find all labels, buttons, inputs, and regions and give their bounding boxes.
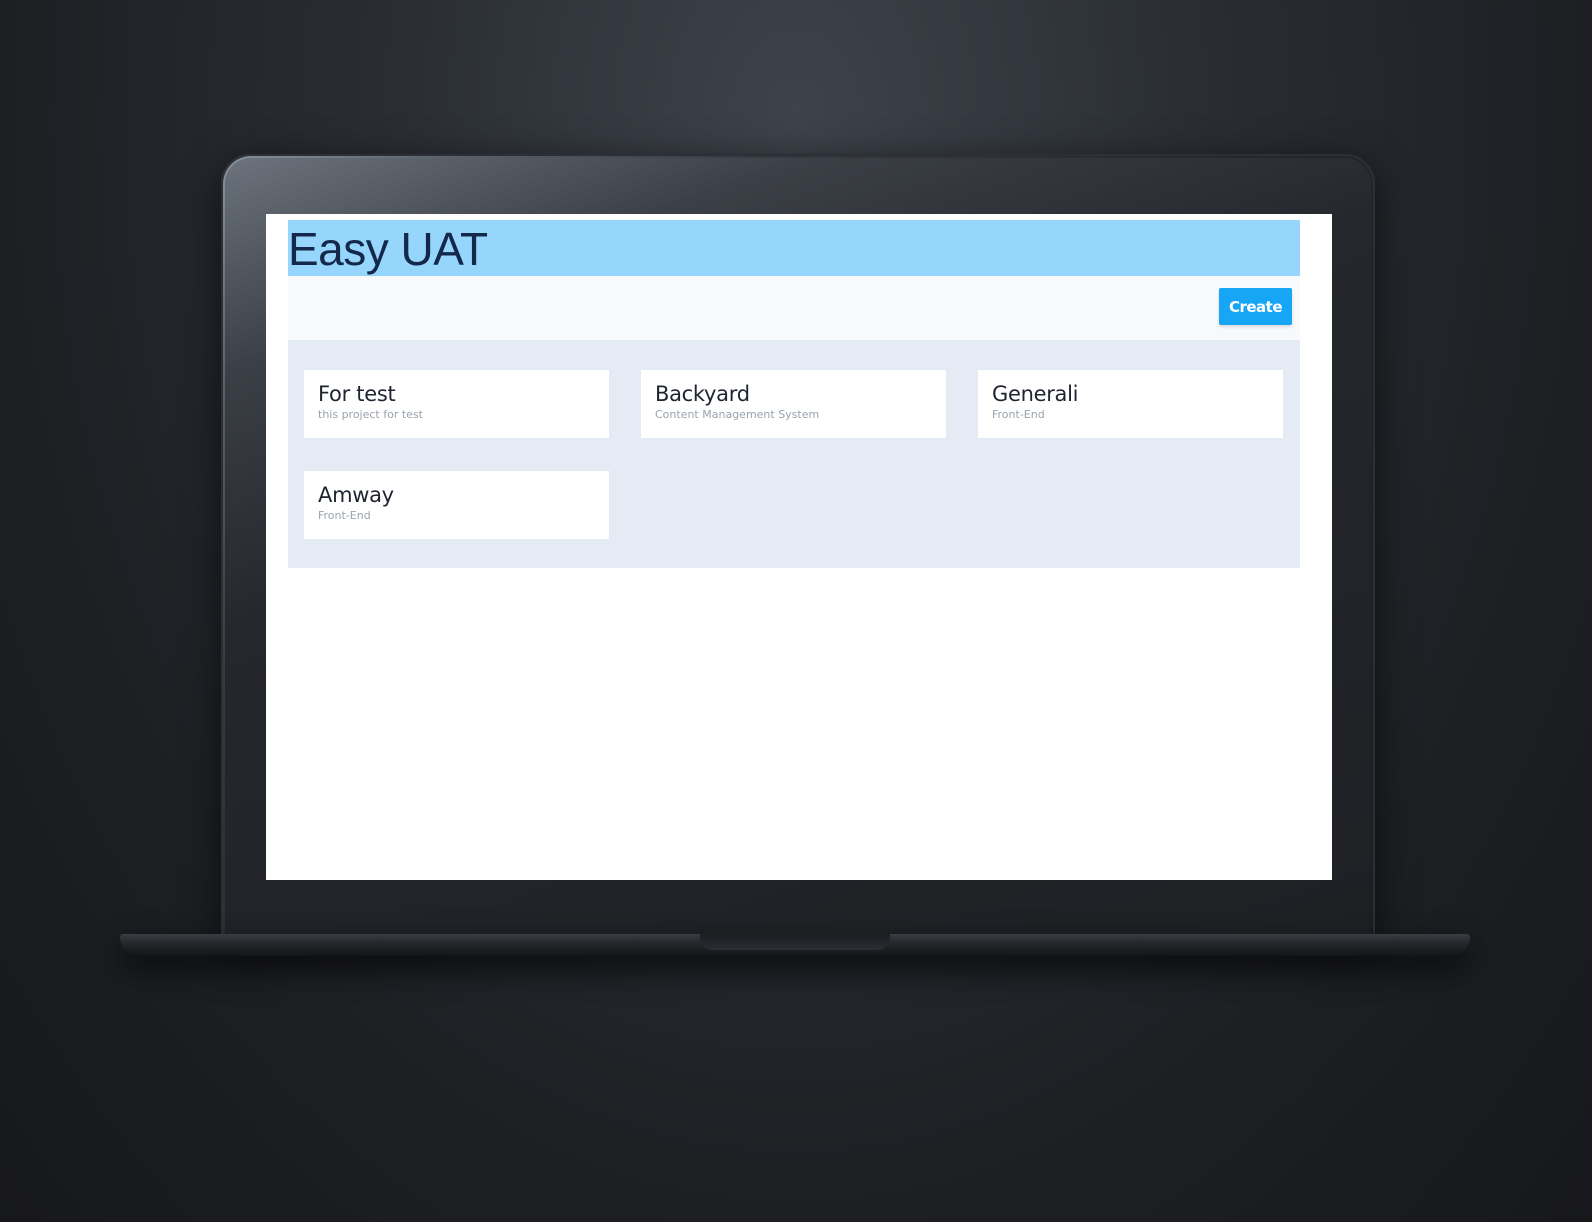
project-card-amway[interactable]: Amway Front-End bbox=[304, 471, 609, 539]
app-window: Easy UAT Create For test this project fo… bbox=[288, 220, 1300, 568]
project-card-backyard[interactable]: Backyard Content Management System bbox=[641, 370, 946, 438]
project-description: Front-End bbox=[992, 408, 1045, 421]
project-title: Backyard bbox=[655, 382, 750, 406]
project-title: For test bbox=[318, 382, 396, 406]
create-button[interactable]: Create bbox=[1219, 288, 1292, 325]
project-description: Front-End bbox=[318, 509, 371, 522]
toolbar: Create bbox=[288, 276, 1300, 336]
project-card-for-test[interactable]: For test this project for test bbox=[304, 370, 609, 438]
project-title: Generali bbox=[992, 382, 1079, 406]
project-description: this project for test bbox=[318, 408, 423, 421]
laptop-notch bbox=[700, 934, 890, 950]
app-title: Easy UAT bbox=[288, 223, 488, 275]
project-card-generali[interactable]: Generali Front-End bbox=[978, 370, 1283, 438]
projects-panel: For test this project for test Backyard … bbox=[288, 340, 1300, 568]
project-description: Content Management System bbox=[655, 408, 820, 421]
laptop-screen: Easy UAT Create For test this project fo… bbox=[266, 214, 1332, 880]
project-title: Amway bbox=[318, 483, 394, 507]
header-bar: Easy UAT bbox=[288, 220, 1300, 276]
